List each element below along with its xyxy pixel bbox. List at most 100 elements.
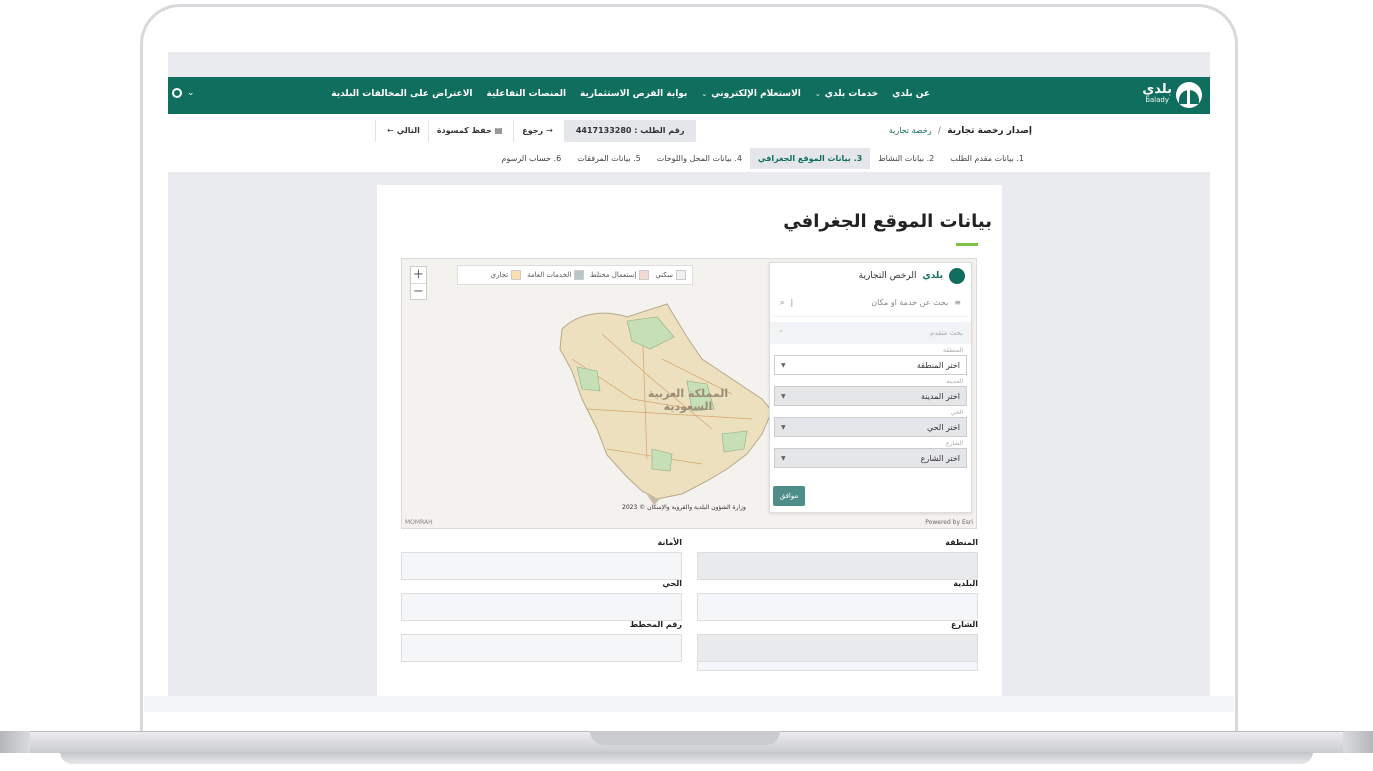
menu-icon[interactable]: ≡	[954, 298, 961, 307]
district-input[interactable]	[401, 593, 682, 621]
legend-swatch	[574, 270, 585, 280]
street-input[interactable]	[697, 634, 978, 662]
legend-swatch	[639, 270, 650, 280]
ok-button[interactable]: موافق	[773, 486, 805, 506]
plan-number-input[interactable]	[401, 634, 682, 662]
header-actions: رقم الطلب : 4417133280 →رجوع ▤حفظ كمسودة…	[375, 120, 697, 142]
legend-swatch	[511, 270, 522, 280]
nav-menu: عن بلدي خدمات بلدي⌄ الاستعلام الإلكتروني…	[331, 89, 930, 99]
field-label: الأمانة	[657, 538, 682, 547]
nav-item-inquiry[interactable]: الاستعلام الإلكتروني⌄	[701, 89, 801, 99]
zoom-out-button[interactable]: −	[411, 283, 426, 299]
breadcrumb-sub[interactable]: رخصة تجارية	[889, 126, 932, 135]
breadcrumb: إصدار رخصة تجارية / رخصة تجارية	[889, 126, 1032, 136]
panel-logo-text: بلدي	[922, 271, 943, 281]
page-title: بيانات الموقع الجغرافي	[783, 211, 992, 232]
region-select[interactable]: اختر المنطقة ▼	[774, 355, 967, 375]
field-label: المنطقة	[945, 538, 978, 547]
back-button[interactable]: →رجوع	[513, 120, 564, 142]
nav-item-platforms[interactable]: المنصات التفاعلية	[486, 89, 566, 99]
user-menu[interactable]: ⌄	[172, 88, 195, 98]
step-fees[interactable]: 6. حساب الرسوم	[494, 148, 570, 169]
momrah-credit: MOMRAH	[405, 519, 433, 526]
street-field: الشارع	[697, 620, 978, 662]
next-button[interactable]: التالي←	[375, 120, 428, 142]
zoom-controls: + −	[410, 266, 427, 300]
balady-logo-icon	[949, 268, 965, 284]
chevron-down-icon: ⌄	[701, 90, 708, 98]
nav-item-services[interactable]: خدمات بلدي⌄	[815, 89, 878, 99]
nav-item-about[interactable]: عن بلدي	[892, 89, 930, 99]
city-select[interactable]: اختر المدينة ▼	[774, 386, 967, 406]
location-card: بيانات الموقع الجغرافي المملكة العربية ا…	[377, 185, 1002, 696]
breadcrumb-main: إصدار رخصة تجارية	[947, 126, 1032, 136]
chevron-down-icon: ⌄	[814, 90, 821, 98]
legend-swatch	[676, 270, 686, 280]
next-field-partial	[697, 661, 978, 671]
balady-logo[interactable]: بلدي balady	[1142, 82, 1202, 108]
legend-mixed: إستعمال مختلط	[590, 270, 650, 280]
nav-item-objection[interactable]: الاعتراض على المخالفات البلدية	[331, 89, 472, 99]
field-label: رقم المخطط	[629, 620, 682, 629]
map-copyright: وزارة الشؤون البلدية والقروية والإسكان ©…	[622, 504, 746, 511]
field-label: الحي	[662, 579, 682, 588]
dropdown-arrow-icon: ▼	[781, 423, 786, 431]
district-label: الحي	[950, 409, 963, 416]
plan-number-field: رقم المخطط	[401, 620, 682, 662]
arrow-left-icon: ←	[387, 126, 394, 135]
dropdown-arrow-icon: ▼	[781, 454, 786, 462]
main-nav: بلدي balady عن بلدي خدمات بلدي⌄ الاستعلا…	[168, 77, 1210, 114]
advanced-search-toggle[interactable]: بحث متقدم ⌃	[770, 322, 971, 344]
field-label: البلدية	[953, 579, 978, 588]
country-label: المملكة العربية السعودية	[647, 387, 729, 413]
dropdown-arrow-icon: ▼	[781, 392, 786, 400]
logo-subtext: balady	[1145, 96, 1169, 104]
map-legend: سكني إستعمال مختلط الخدمات العامة تجاري	[457, 265, 693, 285]
legend-residential: سكني	[655, 270, 686, 280]
screen-bezel-bottom	[144, 696, 1234, 712]
dropdown-arrow-icon: ▼	[781, 361, 786, 369]
city-label: المدينة	[946, 378, 963, 385]
step-attachments[interactable]: 5. بيانات المرفقات	[569, 148, 649, 169]
title-underline	[956, 243, 978, 246]
partial-input[interactable]	[697, 661, 978, 671]
save-draft-button[interactable]: ▤حفظ كمسودة	[427, 120, 513, 142]
browser-screen: بلدي balady عن بلدي خدمات بلدي⌄ الاستعلا…	[168, 52, 1210, 696]
arrow-right-icon: →	[546, 126, 553, 135]
baladiya-field: البلدية	[697, 579, 978, 621]
panel-title: الرخص التجارية	[858, 271, 917, 281]
step-shop[interactable]: 4. بيانات المحل واللوحات	[649, 148, 750, 169]
region-input[interactable]	[697, 552, 978, 580]
steps-bar: 1. بيانات مقدم الطلب 2. بيانات النشاط 3.…	[494, 148, 1032, 169]
esri-credit[interactable]: Powered by Esri	[925, 519, 973, 526]
step-activity[interactable]: 2. بيانات النشاط	[870, 148, 942, 169]
laptop-base-right	[1343, 731, 1373, 753]
map-search-box[interactable]: ≡ بحث عن خدمة او مكان | ⌕	[774, 289, 967, 317]
field-label: الشارع	[951, 620, 978, 629]
text-cursor: |	[790, 298, 794, 307]
baladiya-input[interactable]	[697, 593, 978, 621]
panel-header: بلدي الرخص التجارية	[770, 263, 971, 289]
chevron-down-icon: ⌄	[187, 88, 195, 98]
search-icon[interactable]: ⌕	[780, 298, 784, 308]
breadcrumb-separator: /	[937, 126, 942, 136]
balady-logo-icon	[1176, 82, 1202, 108]
region-label: المنطقة	[943, 347, 963, 354]
laptop-base-bottom	[60, 752, 1313, 764]
street-label: الشارع	[945, 440, 963, 447]
street-select[interactable]: اختر الشارع ▼	[774, 448, 967, 468]
nav-item-investment[interactable]: بوابة الفرص الاستثمارية	[580, 89, 687, 99]
zoom-in-button[interactable]: +	[411, 267, 426, 283]
district-field: الحي	[401, 579, 682, 621]
user-icon	[172, 88, 182, 98]
protected-area	[721, 430, 748, 453]
request-number: رقم الطلب : 4417133280	[563, 120, 697, 142]
page-header: إصدار رخصة تجارية / رخصة تجارية رقم الطل…	[168, 114, 1210, 172]
district-select[interactable]: اختر الحي ▼	[774, 417, 967, 437]
search-input[interactable]: بحث عن خدمة او مكان	[799, 298, 948, 307]
amana-input[interactable]	[401, 552, 682, 580]
step-applicant[interactable]: 1. بيانات مقدم الطلب	[942, 148, 1032, 169]
step-location[interactable]: 3. بيانات الموقع الجغرافي	[750, 148, 871, 169]
legend-public: الخدمات العامة	[527, 270, 585, 280]
map-view[interactable]: المملكة العربية السعودية + − سكني إستعما…	[401, 258, 977, 529]
